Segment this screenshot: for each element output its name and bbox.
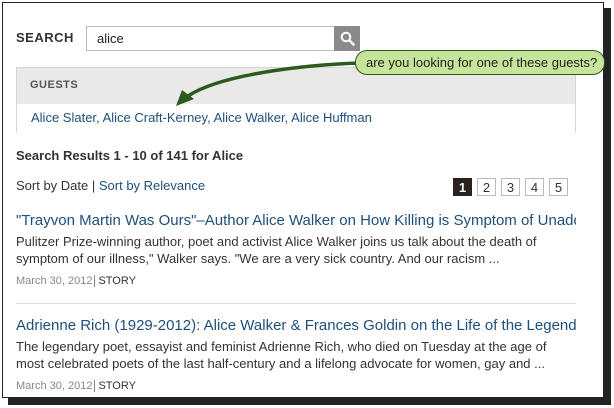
guests-title: GUESTS xyxy=(30,79,79,91)
guest-link[interactable]: Alice Huffman xyxy=(291,110,372,125)
result-meta: March 30, 2012 STORY xyxy=(16,380,576,392)
page-1-button[interactable]: 1 xyxy=(453,178,472,196)
guests-list: Alice Slater, Alice Craft-Kerney, Alice … xyxy=(17,104,575,134)
search-result: "Trayvon Martin Was Ours"–Author Alice W… xyxy=(16,212,576,287)
sort-date-label: Date xyxy=(60,178,89,193)
pagination: 1 2 3 4 5 xyxy=(453,178,568,196)
frame-shadow-bottom xyxy=(8,398,611,405)
results-summary-count: of 141 for Alice xyxy=(146,148,244,163)
sort-by-relevance-link[interactable]: Sort by Relevance xyxy=(99,178,205,193)
search-input[interactable] xyxy=(86,26,334,51)
page-2-button[interactable]: 2 xyxy=(477,178,496,196)
page-3-button[interactable]: 3 xyxy=(501,178,520,196)
results-summary-prefix: Search Results xyxy=(16,148,114,163)
sort-controls: Sort by Date | Sort by Relevance xyxy=(16,178,205,193)
search-label: SEARCH xyxy=(16,30,74,45)
results-summary: Search Results 1 - 10 of 141 for Alice xyxy=(16,148,243,163)
search-button[interactable] xyxy=(334,26,360,51)
result-divider xyxy=(16,303,576,304)
result-snippet: most celebrated poets of the last half-c… xyxy=(16,356,545,371)
sort-separator: | xyxy=(88,178,99,193)
result-type: STORY xyxy=(94,380,136,392)
result-meta: March 30, 2012 STORY xyxy=(16,275,576,287)
frame-shadow-right xyxy=(604,8,611,404)
guest-link[interactable]: Alice Walker xyxy=(214,110,285,125)
result-date: March 30, 2012 xyxy=(16,275,93,287)
results-range: 1 - 10 xyxy=(113,148,147,163)
guest-suggestion-callout: are you looking for one of these guests? xyxy=(355,50,605,75)
result-type: STORY xyxy=(94,275,136,287)
result-date: March 30, 2012 xyxy=(16,380,93,392)
page-4-button[interactable]: 4 xyxy=(525,178,544,196)
result-snippet: Pulitzer Prize-winning author, poet and … xyxy=(16,234,537,249)
search-icon xyxy=(340,31,355,46)
result-title-link[interactable]: "Trayvon Martin Was Ours"–Author Alice W… xyxy=(16,212,576,230)
sort-by-date[interactable]: Sort by Date xyxy=(16,178,88,193)
guest-link[interactable]: Alice Slater xyxy=(31,110,96,125)
result-snippet: symptom of our illness," Walker says. "W… xyxy=(16,251,500,266)
sort-prefix: Sort by xyxy=(16,178,61,193)
guest-link[interactable]: Alice Craft-Kerney xyxy=(103,110,208,125)
search-result: Adrienne Rich (1929-2012): Alice Walker … xyxy=(16,317,576,392)
guests-panel: GUESTS Alice Slater, Alice Craft-Kerney,… xyxy=(16,67,576,134)
page-5-button[interactable]: 5 xyxy=(549,178,568,196)
result-snippet: The legendary poet, essayist and feminis… xyxy=(16,339,547,354)
result-title-link[interactable]: Adrienne Rich (1929-2012): Alice Walker … xyxy=(16,317,576,335)
